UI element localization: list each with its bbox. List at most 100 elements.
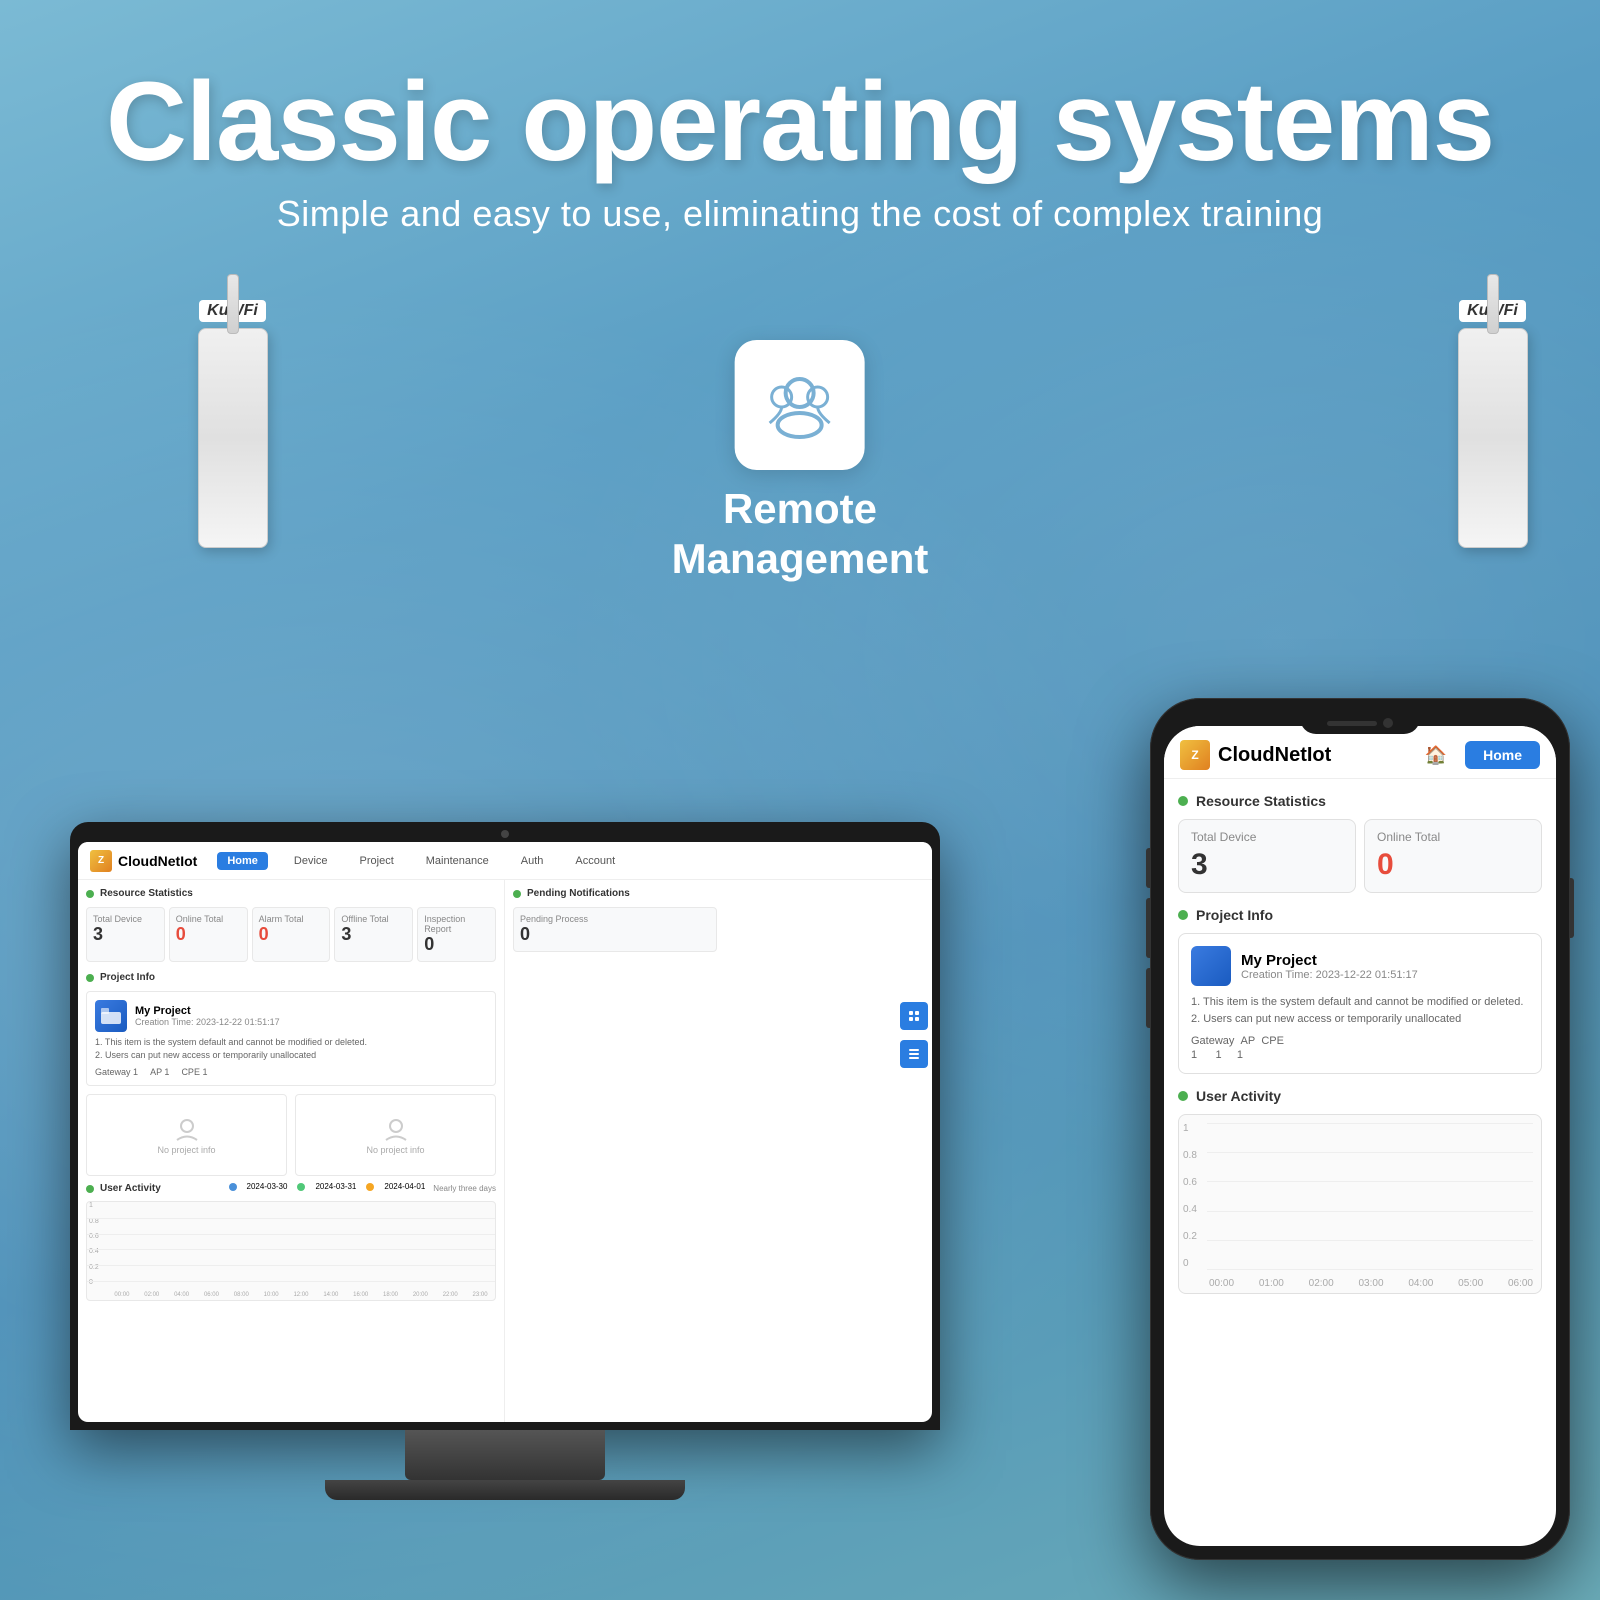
legend-dot-3	[366, 1183, 374, 1191]
right-icon-buttons	[900, 1002, 928, 1072]
stat-alarm-total: Alarm Total 0	[252, 907, 331, 962]
stats-row: Total Device 3 Online Total 0 Alarm Tota…	[86, 907, 496, 962]
device-right: KuWFi	[1445, 300, 1540, 548]
kuwfi-left-body	[198, 328, 268, 548]
phone-project-footer: Gateway AP CPE	[1191, 1035, 1529, 1047]
phone-section-dot-3	[1178, 1091, 1188, 1101]
app-content: Resource Statistics Total Device 3 Onlin…	[78, 880, 932, 1422]
grid-line-2	[87, 1234, 495, 1235]
stat-inspection-report: Inspection Report 0	[417, 907, 496, 962]
phone-chart-grid	[1207, 1123, 1533, 1269]
phone-section-dot-1	[1178, 796, 1188, 806]
phone-container: Z CloudNetIot 🏠 Home Resource Statistics	[1150, 698, 1570, 1560]
remote-label: Remote Management	[672, 484, 929, 585]
project-header-row: My Project Creation Time: 2023-12-22 01:…	[95, 1000, 487, 1032]
remote-management: Remote Management	[672, 340, 929, 585]
resource-statistics-title: Resource Statistics	[86, 888, 496, 899]
monitor-screen: Z CloudNetIot Home Device Project Mainte…	[70, 822, 940, 1430]
nav-maintenance[interactable]: Maintenance	[420, 852, 495, 870]
monitor-base	[325, 1480, 685, 1500]
phone-home-icon: 🏠	[1425, 745, 1447, 766]
phone-speaker	[1327, 721, 1377, 726]
device-right-antenna	[1487, 274, 1499, 334]
no-project-grid: No project info No project info	[86, 1094, 496, 1176]
stat-pending-process: Pending Process 0	[513, 907, 717, 952]
user-activity-section: User Activity 2024-03-30 2024-03-31	[86, 1182, 496, 1301]
phone-vol-up-button	[1146, 898, 1150, 958]
project-info-title: Project Info	[86, 972, 496, 983]
main-title: Classic operating systems	[0, 60, 1600, 183]
phone-user-activity-title: User Activity	[1178, 1088, 1542, 1104]
section-dot-activity	[86, 1185, 94, 1193]
legend-dot-2	[297, 1183, 305, 1191]
kuwfi-right-body	[1458, 328, 1528, 548]
nav-account[interactable]: Account	[569, 852, 621, 870]
header-section: Classic operating systems Simple and eas…	[0, 60, 1600, 235]
phone-project-title: Project Info	[1178, 907, 1542, 923]
phone-notch	[1300, 712, 1420, 734]
legend-dot-1	[229, 1183, 237, 1191]
nav-auth[interactable]: Auth	[515, 852, 550, 870]
phone-frame: Z CloudNetIot 🏠 Home Resource Statistics	[1150, 698, 1570, 1560]
phone-section-dot-2	[1178, 910, 1188, 920]
pending-title: Pending Notifications	[513, 888, 924, 899]
right-icon-btn-2[interactable]	[900, 1040, 928, 1068]
monitor-container: Z CloudNetIot Home Device Project Mainte…	[70, 822, 940, 1500]
sub-title: Simple and easy to use, eliminating the …	[0, 193, 1600, 235]
project-info-box: My Project Creation Time: 2023-12-22 01:…	[86, 991, 496, 1086]
phone-front-camera	[1383, 718, 1393, 728]
phone-screen: Z CloudNetIot 🏠 Home Resource Statistics	[1164, 726, 1556, 1546]
activity-chart: 1 0.8 0.6 0.4 0.2 0	[86, 1201, 496, 1301]
section-dot-green	[86, 890, 94, 898]
stat-total-device: Total Device 3	[86, 907, 165, 962]
nav-device[interactable]: Device	[288, 852, 334, 870]
phone-project-values: 1 1 1	[1191, 1049, 1529, 1061]
phone-project-desc: 1. This item is the system default and c…	[1191, 994, 1529, 1027]
right-icon-btn-1[interactable]	[900, 1002, 928, 1030]
monitor-stand	[405, 1430, 605, 1480]
activity-header: User Activity 2024-03-30 2024-03-31	[86, 1182, 496, 1195]
no-project-box-2: No project info	[295, 1094, 496, 1176]
phone-header-right: 🏠 Home	[1425, 741, 1540, 769]
device-left-antenna	[227, 274, 239, 334]
phone-vol-down-button	[1146, 968, 1150, 1028]
phone-project-box: My Project Creation Time: 2023-12-22 01:…	[1178, 933, 1542, 1074]
app-header: Z CloudNetIot Home Device Project Mainte…	[78, 842, 932, 880]
phone-chart-area: 1 0.8 0.6 0.4 0.2 0	[1178, 1114, 1542, 1294]
section-dot-pending	[513, 890, 521, 898]
app-logo-text: CloudNetIot	[118, 853, 197, 869]
user-activity-title: User Activity	[86, 1183, 161, 1194]
phone-stat-online-total: Online Total 0	[1364, 819, 1542, 893]
stat-online-total: Online Total 0	[169, 907, 248, 962]
monitor-inner: Z CloudNetIot Home Device Project Mainte…	[78, 842, 932, 1422]
grid-line-4	[87, 1265, 495, 1266]
phone-project-info: My Project Creation Time: 2023-12-22 01:…	[1241, 952, 1418, 981]
chart-legend-row: 2024-03-30 2024-03-31 2024-04-01 Nearly …	[229, 1182, 496, 1195]
project-footer: Gateway 1 AP 1 CPE 1	[95, 1067, 487, 1077]
phone-chart-y-labels: 1 0.8 0.6 0.4 0.2 0	[1183, 1123, 1197, 1269]
app-left: Resource Statistics Total Device 3 Onlin…	[78, 880, 505, 1422]
app-logo: Z CloudNetIot	[90, 850, 197, 872]
monitor-camera	[501, 830, 509, 838]
phone-stat-total-device: Total Device 3	[1178, 819, 1356, 893]
desktop-app: Z CloudNetIot Home Device Project Mainte…	[78, 842, 932, 1422]
phone-logo-icon: Z	[1180, 740, 1210, 770]
phone-stats-grid: Total Device 3 Online Total 0	[1178, 819, 1542, 893]
phone-project-header: My Project Creation Time: 2023-12-22 01:…	[1191, 946, 1529, 986]
chart-y-labels: 1 0.8 0.6 0.4 0.2 0	[89, 1202, 99, 1286]
nav-home-btn[interactable]: Home	[217, 852, 268, 870]
phone-home-btn[interactable]: Home	[1465, 741, 1540, 769]
project-icon	[95, 1000, 127, 1032]
phone-app: Z CloudNetIot 🏠 Home Resource Statistics	[1164, 726, 1556, 1546]
chart-legend: 2024-03-30 2024-03-31 2024-04-01	[229, 1182, 426, 1191]
remote-management-icon	[760, 365, 840, 445]
grid-line-5	[87, 1281, 495, 1282]
phone-chart-x-labels: 00:00 01:00 02:00 03:00 04:00 05:00 06:0…	[1209, 1278, 1533, 1289]
phone-resource-title: Resource Statistics	[1178, 793, 1542, 809]
stat-offline-total: Offline Total 3	[334, 907, 413, 962]
nav-project[interactable]: Project	[354, 852, 400, 870]
device-left: KuWFi	[185, 300, 280, 548]
phone-project-icon	[1191, 946, 1231, 986]
grid-line-1	[87, 1218, 495, 1219]
phone-logo: Z CloudNetIot	[1180, 740, 1331, 770]
